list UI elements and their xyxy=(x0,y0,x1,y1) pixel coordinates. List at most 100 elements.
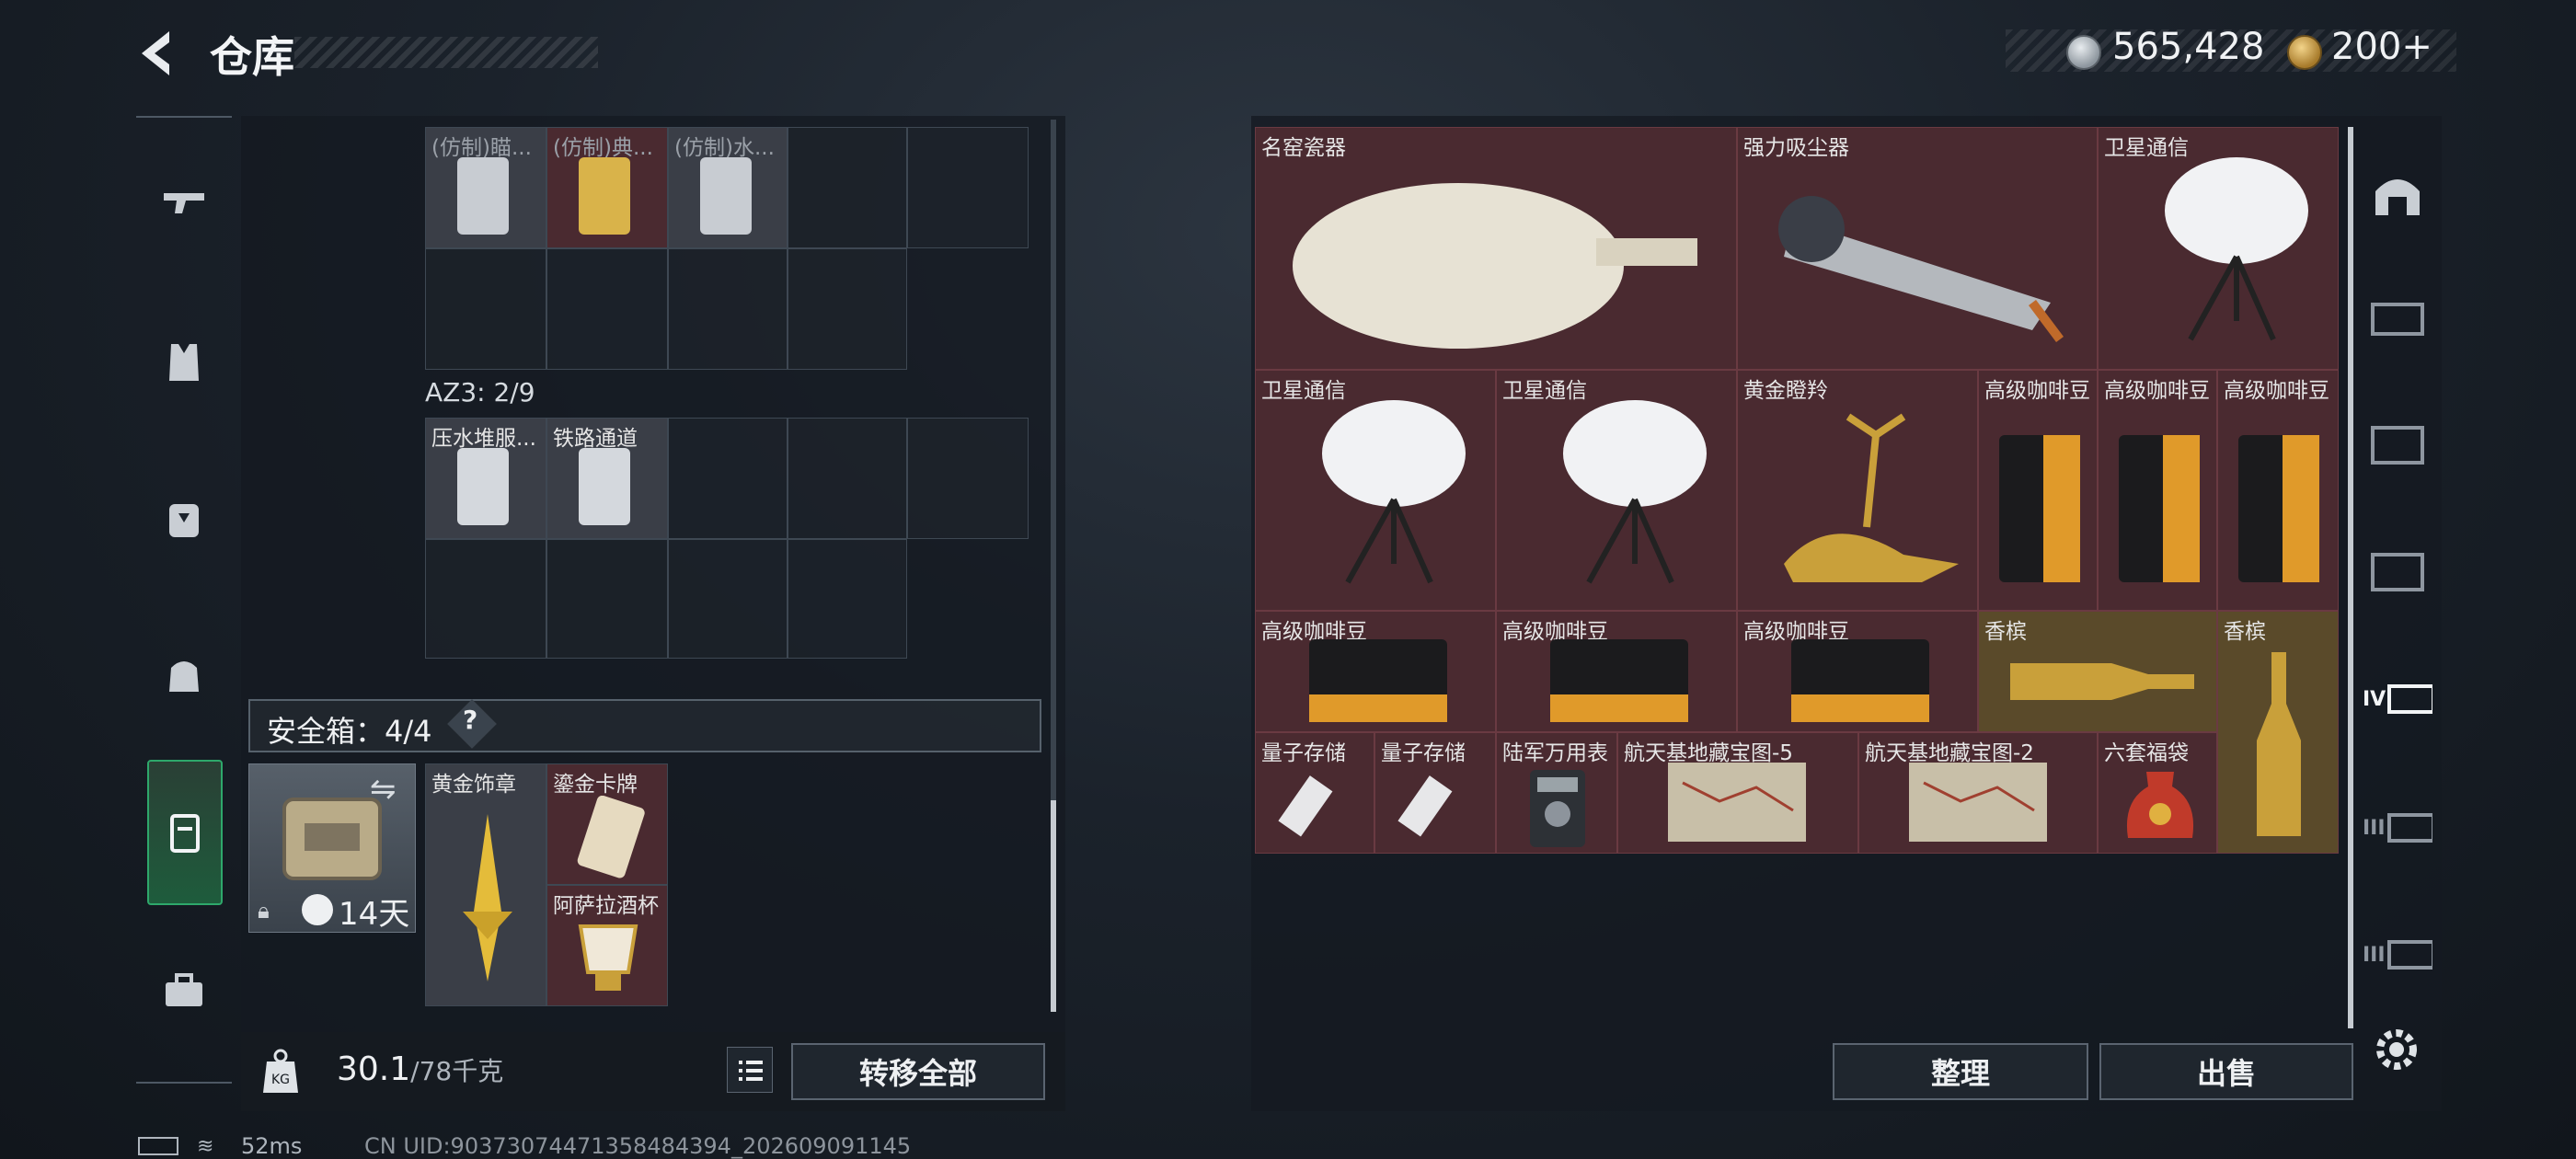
card-item-icon xyxy=(457,448,509,525)
item-label: 陆军万用表 xyxy=(1502,741,1608,765)
settings-gear-icon[interactable] xyxy=(2370,1023,2423,1076)
nav-container-3[interactable] xyxy=(2363,535,2432,605)
usb-drive-icon xyxy=(1278,775,1333,837)
empty-slot[interactable] xyxy=(788,248,907,370)
case-icon xyxy=(2371,303,2424,336)
item-gold-gazelle[interactable]: 黄金瞪羚 xyxy=(1737,370,1978,611)
item-label: 高级咖啡豆 xyxy=(2224,379,2329,403)
nav-toolbox[interactable] xyxy=(136,927,232,1056)
multimeter-icon xyxy=(1530,770,1585,847)
nav-weapons[interactable] xyxy=(136,138,232,267)
back-arrow-icon[interactable] xyxy=(129,26,184,81)
empty-slot[interactable] xyxy=(907,418,1029,539)
item-lucky-bag[interactable]: 六套福袋 xyxy=(2098,732,2217,854)
item-treasure-map[interactable]: 航天基地藏宝图-5 xyxy=(1617,732,1858,854)
item-slot[interactable]: 黄金饰章 xyxy=(425,763,546,1006)
empty-slot[interactable] xyxy=(546,248,668,370)
left-scrollbar-thumb[interactable] xyxy=(1051,800,1056,1012)
item-quantum-storage[interactable]: 量子存储 xyxy=(1374,732,1496,854)
nav-rig[interactable] xyxy=(136,611,232,740)
goblet-icon xyxy=(578,924,638,991)
nav-armor[interactable] xyxy=(136,298,232,427)
item-label: 香槟 xyxy=(2224,620,2266,644)
nav-safe-case[interactable] xyxy=(147,760,223,905)
gun-icon xyxy=(164,193,204,213)
coffee-bag-icon xyxy=(2238,435,2319,582)
weight-kg-icon: KG xyxy=(263,1049,298,1093)
champagne-bottle-icon xyxy=(2257,652,2301,836)
item-slot[interactable]: 鎏金卡牌 xyxy=(546,763,668,885)
remaining-days: 14天 xyxy=(339,896,410,933)
treasure-map-icon xyxy=(1668,763,1806,842)
list-view-button[interactable] xyxy=(727,1047,773,1093)
coffee-bag-icon xyxy=(1309,639,1447,722)
item-champagne[interactable]: 香槟 xyxy=(1978,611,2217,732)
item-label: 高级咖啡豆 xyxy=(2104,379,2210,403)
item-slot[interactable]: 阿萨拉酒杯 xyxy=(546,885,668,1006)
battery-icon xyxy=(138,1137,178,1155)
item-label: 高级咖啡豆 xyxy=(1984,379,2090,403)
swap-icon[interactable]: ⇋ xyxy=(370,771,397,808)
coffee-bag-icon xyxy=(1791,639,1929,722)
case-icon xyxy=(170,814,200,853)
item-multimeter[interactable]: 陆军万用表 xyxy=(1496,732,1617,854)
item-label: 香槟 xyxy=(1984,620,2027,644)
case-icon xyxy=(2386,940,2432,970)
crate-icon xyxy=(2371,553,2424,591)
empty-slot[interactable] xyxy=(668,248,788,370)
gold-balance[interactable]: 200+ xyxy=(2331,26,2432,68)
empty-slot[interactable] xyxy=(907,127,1029,248)
empty-slot[interactable] xyxy=(788,539,907,659)
nav-container-4-active[interactable]: IV xyxy=(2363,664,2432,734)
empty-slot[interactable] xyxy=(425,248,546,370)
user-uid: CN UID:9037307447135848439​4_20260909114… xyxy=(364,1133,912,1159)
title-decoration xyxy=(294,37,598,68)
empty-slot[interactable] xyxy=(788,127,907,248)
card-item-icon xyxy=(579,448,630,525)
vest-icon xyxy=(169,344,199,381)
item-slot[interactable]: (仿制)水... xyxy=(668,127,788,248)
empty-slot[interactable] xyxy=(788,418,907,539)
tier-badge: III xyxy=(2363,943,2386,967)
nav-container-home[interactable] xyxy=(2363,158,2432,228)
item-slot[interactable]: (仿制)典... xyxy=(546,127,668,248)
sort-button[interactable]: 整理 xyxy=(1833,1043,2088,1100)
wifi-icon: ≋ xyxy=(197,1135,214,1158)
satellite-dish-icon xyxy=(1322,400,1466,584)
item-coffee[interactable]: 高级咖啡豆 xyxy=(1737,611,1978,732)
item-label: 六套福袋 xyxy=(2104,741,2189,765)
empty-slot[interactable] xyxy=(668,418,788,539)
nav-container-5[interactable]: III xyxy=(2363,793,2432,863)
item-satellite[interactable]: 卫星通信 xyxy=(1255,370,1496,611)
item-slot[interactable]: 铁路通道 xyxy=(546,418,668,539)
item-quantum-storage[interactable]: 量子存储 xyxy=(1255,732,1374,854)
item-slot[interactable]: 压水堆服... xyxy=(425,418,546,539)
help-icon[interactable]: ? xyxy=(463,705,477,735)
empty-slot[interactable] xyxy=(546,539,668,659)
item-coffee[interactable]: 高级咖啡豆 xyxy=(1496,611,1737,732)
nav-backpack[interactable] xyxy=(136,454,232,583)
item-label: 强力吸尘器 xyxy=(1743,136,1849,160)
item-champagne[interactable]: 香槟 xyxy=(2217,611,2339,854)
coffee-bag-icon xyxy=(1999,435,2080,582)
transfer-all-button[interactable]: 转移全部 xyxy=(791,1043,1045,1100)
item-satellite[interactable]: 卫星通信 xyxy=(1496,370,1737,611)
item-coffee[interactable]: 高级咖啡豆 xyxy=(1978,370,2098,611)
empty-slot[interactable] xyxy=(668,539,788,659)
nav-container-1[interactable] xyxy=(2363,281,2432,351)
item-satellite[interactable]: 卫星通信 xyxy=(2098,127,2339,370)
card-item-icon xyxy=(457,157,509,235)
item-coffee[interactable]: 高级咖啡豆 xyxy=(2217,370,2339,611)
item-treasure-map[interactable]: 航天基地藏宝图-2 xyxy=(1858,732,2098,854)
item-label: 鎏金卡牌 xyxy=(553,773,638,797)
sell-button[interactable]: 出售 xyxy=(2099,1043,2353,1100)
item-vase[interactable]: 名窑瓷器 xyxy=(1255,127,1737,370)
nav-container-6[interactable]: III xyxy=(2363,920,2432,990)
case-icon xyxy=(2386,813,2432,843)
item-slot[interactable]: (仿制)瞄... xyxy=(425,127,546,248)
empty-slot[interactable] xyxy=(425,539,546,659)
nav-container-2[interactable] xyxy=(2363,408,2432,478)
item-vacuum[interactable]: 强力吸尘器 xyxy=(1737,127,2098,370)
item-coffee[interactable]: 高级咖啡豆 xyxy=(2098,370,2217,611)
item-coffee[interactable]: 高级咖啡豆 xyxy=(1255,611,1496,732)
